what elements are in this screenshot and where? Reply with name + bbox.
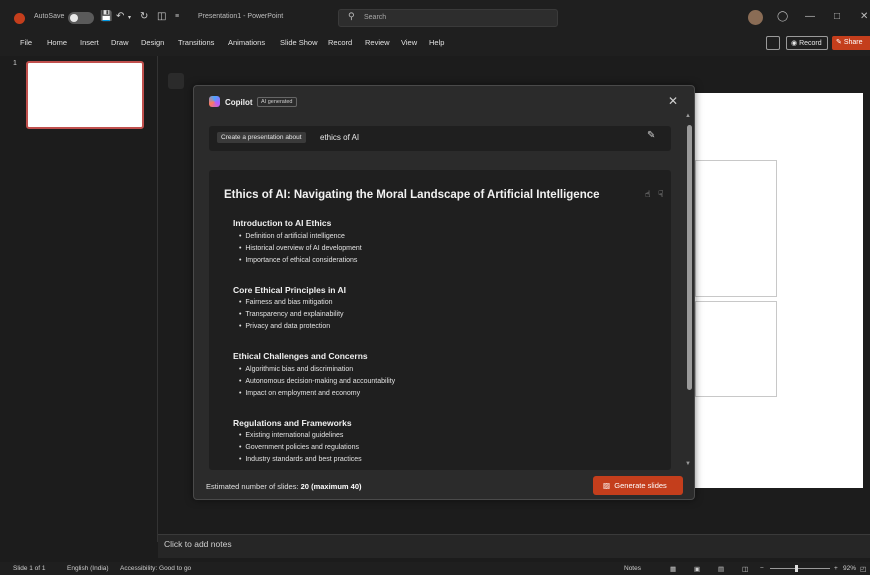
prompt-value: ethics of AI [320, 133, 360, 142]
share-button[interactable]: ✎ Share [832, 36, 870, 50]
outline-title: Ethics of AI: Navigating the Moral Lands… [224, 189, 600, 201]
slide-estimate-value: 20 (maximum 40) [300, 482, 362, 491]
accessibility-status[interactable]: Accessibility: Good to go [120, 565, 191, 572]
lightbulb-icon[interactable]: ◯ [777, 11, 788, 22]
slide-estimate: Estimated number of slides: 20 (maximum … [206, 482, 362, 491]
slideshow-icon[interactable]: ◫ [742, 565, 748, 573]
ai-generated-badge: AI generated [257, 97, 297, 107]
outline-bullet: • Industry standards and best practices [239, 456, 362, 463]
subtitle-placeholder[interactable] [695, 301, 777, 397]
tab-review[interactable]: Review [365, 38, 390, 47]
fit-to-window-icon[interactable]: ◰ [860, 565, 866, 573]
undo-dropdown-icon[interactable]: ▾ [128, 14, 131, 21]
maximize-icon[interactable]: □ [834, 11, 840, 22]
language-indicator[interactable]: English (India) [67, 565, 109, 572]
reading-view-icon[interactable]: ▤ [718, 565, 724, 573]
outline-bullet: • Government policies and regulations [239, 444, 359, 451]
search-placeholder: Search [364, 14, 387, 21]
tab-file[interactable]: File [20, 38, 32, 47]
copilot-icon[interactable] [168, 73, 184, 89]
outline-bullet: • Existing international guidelines [239, 432, 344, 439]
outline-bullet: • Algorithmic bias and discrimination [239, 366, 354, 373]
tab-insert[interactable]: Insert [80, 38, 99, 47]
notes-pane[interactable] [158, 534, 870, 558]
outline-bullet: • Fairness and bias mitigation [239, 299, 333, 306]
minimize-icon[interactable]: — [805, 11, 815, 22]
dialog-title: Copilot [225, 98, 253, 107]
avatar[interactable] [748, 10, 763, 25]
save-icon[interactable]: 💾 [100, 11, 112, 22]
tab-record[interactable]: Record [328, 38, 352, 47]
tab-slide-show[interactable]: Slide Show [280, 38, 318, 47]
slide-thumbnail[interactable] [26, 61, 144, 129]
slide-indicator: Slide 1 of 1 [13, 565, 46, 572]
generate-slides-button[interactable]: ▨ Generate slides [593, 476, 683, 495]
outline-bullet: • Privacy and data protection [239, 323, 331, 330]
tab-help[interactable]: Help [429, 38, 444, 47]
outline-bullet: • Transparency and explainability [239, 311, 344, 318]
scrollbar-thumb[interactable] [687, 125, 692, 390]
autosave-label: AutoSave [34, 13, 65, 20]
zoom-slider[interactable] [770, 568, 830, 569]
notes-placeholder: Click to add notes [164, 539, 232, 549]
title-placeholder[interactable] [695, 160, 777, 297]
normal-view-icon[interactable]: ▦ [670, 565, 676, 573]
outline-bullet: • Autonomous decision-making and account… [239, 378, 396, 385]
zoom-level[interactable]: 92% [843, 565, 856, 572]
zoom-slider-thumb[interactable] [795, 565, 798, 572]
section-heading: Ethical Challenges and Concerns [233, 351, 368, 361]
notes-toggle[interactable]: Notes [624, 565, 641, 572]
thumbs-up-icon[interactable]: ☝ [645, 189, 650, 200]
scroll-up-icon[interactable]: ▲ [685, 113, 691, 119]
copilot-logo-icon [209, 96, 220, 107]
undo-icon[interactable]: ↶ [116, 11, 124, 22]
toggle-knob [70, 14, 78, 22]
zoom-out-icon[interactable]: − [760, 565, 764, 572]
search-icon: ⚲ [348, 11, 355, 21]
record-label: Record [799, 40, 822, 47]
tab-transitions[interactable]: Transitions [178, 38, 214, 47]
tab-home[interactable]: Home [47, 38, 67, 47]
close-icon[interactable]: ✕ [860, 11, 868, 22]
outline-bullet: • Impact on employment and economy [239, 390, 361, 397]
zoom-in-icon[interactable]: + [834, 565, 838, 572]
redo-icon[interactable]: ↻ [140, 11, 148, 22]
dialog-close-icon[interactable]: ✕ [668, 94, 678, 108]
prompt-chip: Create a presentation about [217, 132, 306, 143]
outline-bullet: • Definition of artificial intelligence [239, 233, 345, 240]
record-button[interactable]: ◉ Record [786, 36, 828, 50]
comments-button[interactable] [766, 36, 780, 50]
outline-bullet: • Historical overview of AI development [239, 245, 362, 252]
tab-draw[interactable]: Draw [111, 38, 129, 47]
outline-bullet: • Importance of ethical considerations [239, 257, 358, 264]
slide-number: 1 [13, 60, 17, 67]
pane-divider[interactable] [157, 56, 158, 542]
share-icon: ✎ [836, 39, 842, 46]
tab-design[interactable]: Design [141, 38, 164, 47]
edit-prompt-icon[interactable]: ✎ [647, 130, 655, 141]
tab-animations[interactable]: Animations [228, 38, 265, 47]
section-heading: Core Ethical Principles in AI [233, 285, 347, 295]
powerpoint-logo-icon [14, 13, 25, 24]
present-icon[interactable]: ◫ [157, 11, 166, 22]
generate-label: Generate slides [614, 481, 667, 490]
slide-sorter-icon[interactable]: ▣ [694, 565, 700, 573]
section-heading: Regulations and Frameworks [233, 418, 352, 428]
section-heading: Introduction to AI Ethics [233, 218, 332, 228]
tab-view[interactable]: View [401, 38, 417, 47]
record-icon: ◉ [791, 40, 798, 47]
document-title: Presentation1 - PowerPoint [198, 13, 284, 20]
generate-icon: ▨ [603, 481, 611, 490]
customize-qat-icon[interactable]: ≡ [175, 13, 179, 20]
scroll-down-icon[interactable]: ▼ [685, 461, 691, 467]
thumbs-down-icon[interactable]: ☟ [658, 189, 663, 200]
share-label: Share [843, 39, 863, 46]
